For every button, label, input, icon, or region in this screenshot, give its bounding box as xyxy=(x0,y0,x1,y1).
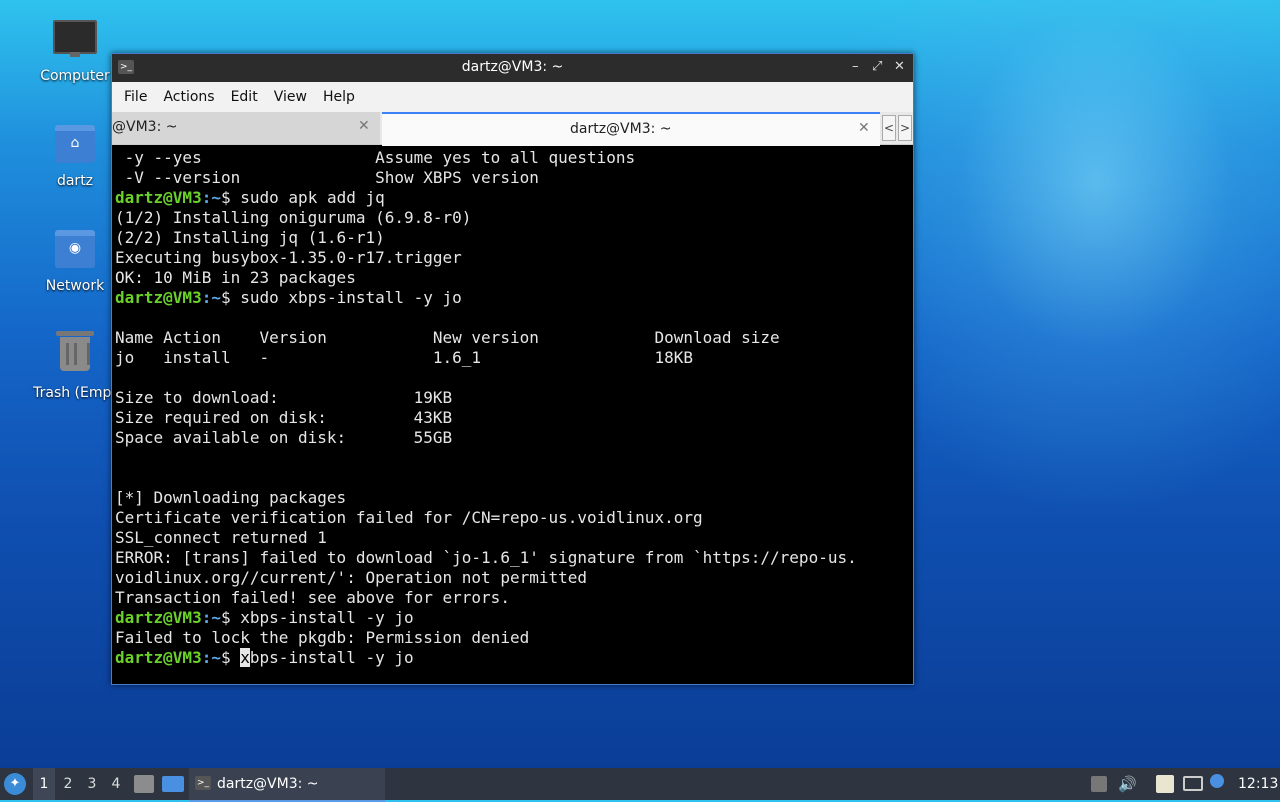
terminal-prompt-line: dartz@VM3:~$ xbps-install -y jo xyxy=(115,608,913,628)
terminal-line: (1/2) Installing oniguruma (6.9.8-r0) xyxy=(115,208,472,227)
menu-edit[interactable]: Edit xyxy=(223,89,266,105)
close-button[interactable]: ✕ xyxy=(894,59,905,74)
tab-2[interactable]: dartz@VM3: ~ ✕ xyxy=(382,112,880,146)
terminal-line: voidlinux.org//current/': Operation not … xyxy=(115,568,588,587)
clock[interactable]: 12:13 xyxy=(1238,768,1278,800)
terminal-line: (2/2) Installing jq (1.6-r1) xyxy=(115,228,385,247)
prompt-user: dartz@VM3 xyxy=(115,648,202,667)
terminal-window[interactable]: >_ dartz@VM3: ~ – ⤢ ✕ File Actions Edit … xyxy=(111,53,914,685)
terminal-line: SSL_connect returned 1 xyxy=(115,528,327,547)
tab-scroll-right-icon[interactable]: > xyxy=(898,115,912,141)
task-label: dartz@VM3: ~ xyxy=(217,776,319,792)
prompt-user: dartz@VM3 xyxy=(115,608,202,627)
desktop-icon-computer[interactable]: Computer xyxy=(25,14,125,84)
tab-bar: @VM3: ~ ✕ dartz@VM3: ~ ✕ < > xyxy=(112,112,913,146)
tab-1[interactable]: @VM3: ~ ✕ xyxy=(112,112,380,144)
desktop-icon-label: Computer xyxy=(40,68,110,84)
prompt-path: ~ xyxy=(211,288,221,307)
taskbar: ✦ 1 2 3 4 >_ dartz@VM3: ~ 🔊 12:13 xyxy=(0,768,1280,802)
desktop-icon-label: dartz xyxy=(56,173,94,189)
terminal-line: ERROR: [trans] failed to download `jo-1.… xyxy=(115,548,857,567)
terminal-line: Executing busybox-1.35.0-r17.trigger xyxy=(115,248,462,267)
prompt-symbol: $ xyxy=(220,608,231,627)
terminal-line: Transaction failed! see above for errors… xyxy=(115,588,510,607)
prompt-separator: : xyxy=(201,648,212,667)
prompt-path: ~ xyxy=(211,608,221,627)
network-icon[interactable] xyxy=(1183,776,1203,791)
terminal-icon: >_ xyxy=(195,776,211,790)
computer-icon xyxy=(53,20,97,64)
menu-help[interactable]: Help xyxy=(315,89,363,105)
tab-scroll-left-icon[interactable]: < xyxy=(882,115,896,141)
terminal-prompt-line: dartz@VM3:~$ sudo apk add jq xyxy=(115,188,913,208)
terminal-line: jo install - 1.6_1 18KB xyxy=(115,348,693,367)
prompt-path: ~ xyxy=(211,648,221,667)
desktop-icon-home[interactable]: ⌂ dartz xyxy=(25,119,125,189)
terminal-line: OK: 10 MiB in 23 packages xyxy=(115,268,356,287)
prompt-command: xbps-install -y jo xyxy=(230,608,414,627)
window-titlebar[interactable]: >_ dartz@VM3: ~ – ⤢ ✕ xyxy=(112,54,913,82)
tray-arrow-icon[interactable] xyxy=(1091,776,1107,792)
minimize-button[interactable]: – xyxy=(852,59,859,74)
prompt-symbol: $ xyxy=(220,288,231,307)
menu-view[interactable]: View xyxy=(266,89,315,105)
file-manager-icon[interactable] xyxy=(134,775,154,793)
prompt-user: dartz@VM3 xyxy=(115,288,202,307)
network-folder-icon: ◉ xyxy=(53,230,97,274)
menu-bar: File Actions Edit View Help xyxy=(112,82,913,112)
workspace-4[interactable]: 4 xyxy=(105,768,127,800)
terminal-line: Certificate verification failed for /CN=… xyxy=(115,508,703,527)
clipboard-icon[interactable] xyxy=(1156,775,1174,793)
text-cursor: x xyxy=(240,648,250,667)
prompt-symbol: $ xyxy=(220,188,231,207)
terminal-line: Name Action Version New version Download… xyxy=(115,328,780,347)
prompt-separator: : xyxy=(201,288,212,307)
prompt-path: ~ xyxy=(211,188,221,207)
tab-close-icon[interactable]: ✕ xyxy=(858,120,870,136)
show-desktop-icon[interactable] xyxy=(162,776,184,792)
tab-close-icon[interactable]: ✕ xyxy=(358,118,370,134)
start-menu-icon[interactable]: ✦ xyxy=(4,773,26,795)
prompt-separator: : xyxy=(201,188,212,207)
prompt-command: sudo apk add jq xyxy=(230,188,385,207)
terminal-line: Size required on disk: 43KB xyxy=(115,408,453,427)
workspace-2[interactable]: 2 xyxy=(57,768,79,800)
home-folder-icon: ⌂ xyxy=(53,125,97,169)
tab-label: dartz@VM3: ~ xyxy=(570,121,672,137)
prompt-command: sudo xbps-install -y jo xyxy=(230,288,462,307)
desktop-icon-network[interactable]: ◉ Network xyxy=(25,224,125,294)
maximize-button[interactable]: ⤢ xyxy=(872,59,882,74)
terminal-line: Failed to lock the pkgdb: Permission den… xyxy=(115,628,530,647)
trash-icon xyxy=(53,331,97,381)
prompt-user: dartz@VM3 xyxy=(115,188,202,207)
prompt-command: bps-install -y jo xyxy=(249,648,414,667)
workspace-1[interactable]: 1 xyxy=(33,768,55,800)
window-title: dartz@VM3: ~ xyxy=(461,59,564,75)
prompt-separator: : xyxy=(201,608,212,627)
update-notifier-icon[interactable] xyxy=(1210,774,1224,788)
terminal-line: -y --yes Assume yes to all questions xyxy=(115,148,636,167)
terminal-line: -V --version Show XBPS version xyxy=(115,168,539,187)
terminal-prompt-line: dartz@VM3:~$ sudo xbps-install -y jo xyxy=(115,288,913,308)
volume-icon[interactable]: 🔊 xyxy=(1118,768,1137,800)
terminal-output[interactable]: -y --yes Assume yes to all questions -V … xyxy=(112,146,913,684)
desktop-icon-trash[interactable]: Trash (Empt xyxy=(25,329,125,401)
terminal-line: Size to download: 19KB xyxy=(115,388,453,407)
terminal-line: Space available on disk: 55GB xyxy=(115,428,453,447)
desktop-icon-label: Trash (Empt xyxy=(33,385,117,401)
workspace-3[interactable]: 3 xyxy=(81,768,103,800)
terminal-line: [*] Downloading packages xyxy=(115,488,347,507)
menu-file[interactable]: File xyxy=(116,89,155,105)
tab-label: @VM3: ~ xyxy=(112,119,178,135)
prompt-symbol: $ xyxy=(220,648,231,667)
desktop-icon-label: Network xyxy=(45,278,105,294)
taskbar-terminal-button[interactable]: >_ dartz@VM3: ~ xyxy=(189,768,385,802)
menu-actions[interactable]: Actions xyxy=(155,89,222,105)
terminal-prompt-line: dartz@VM3:~$ xbps-install -y jo xyxy=(115,648,913,668)
